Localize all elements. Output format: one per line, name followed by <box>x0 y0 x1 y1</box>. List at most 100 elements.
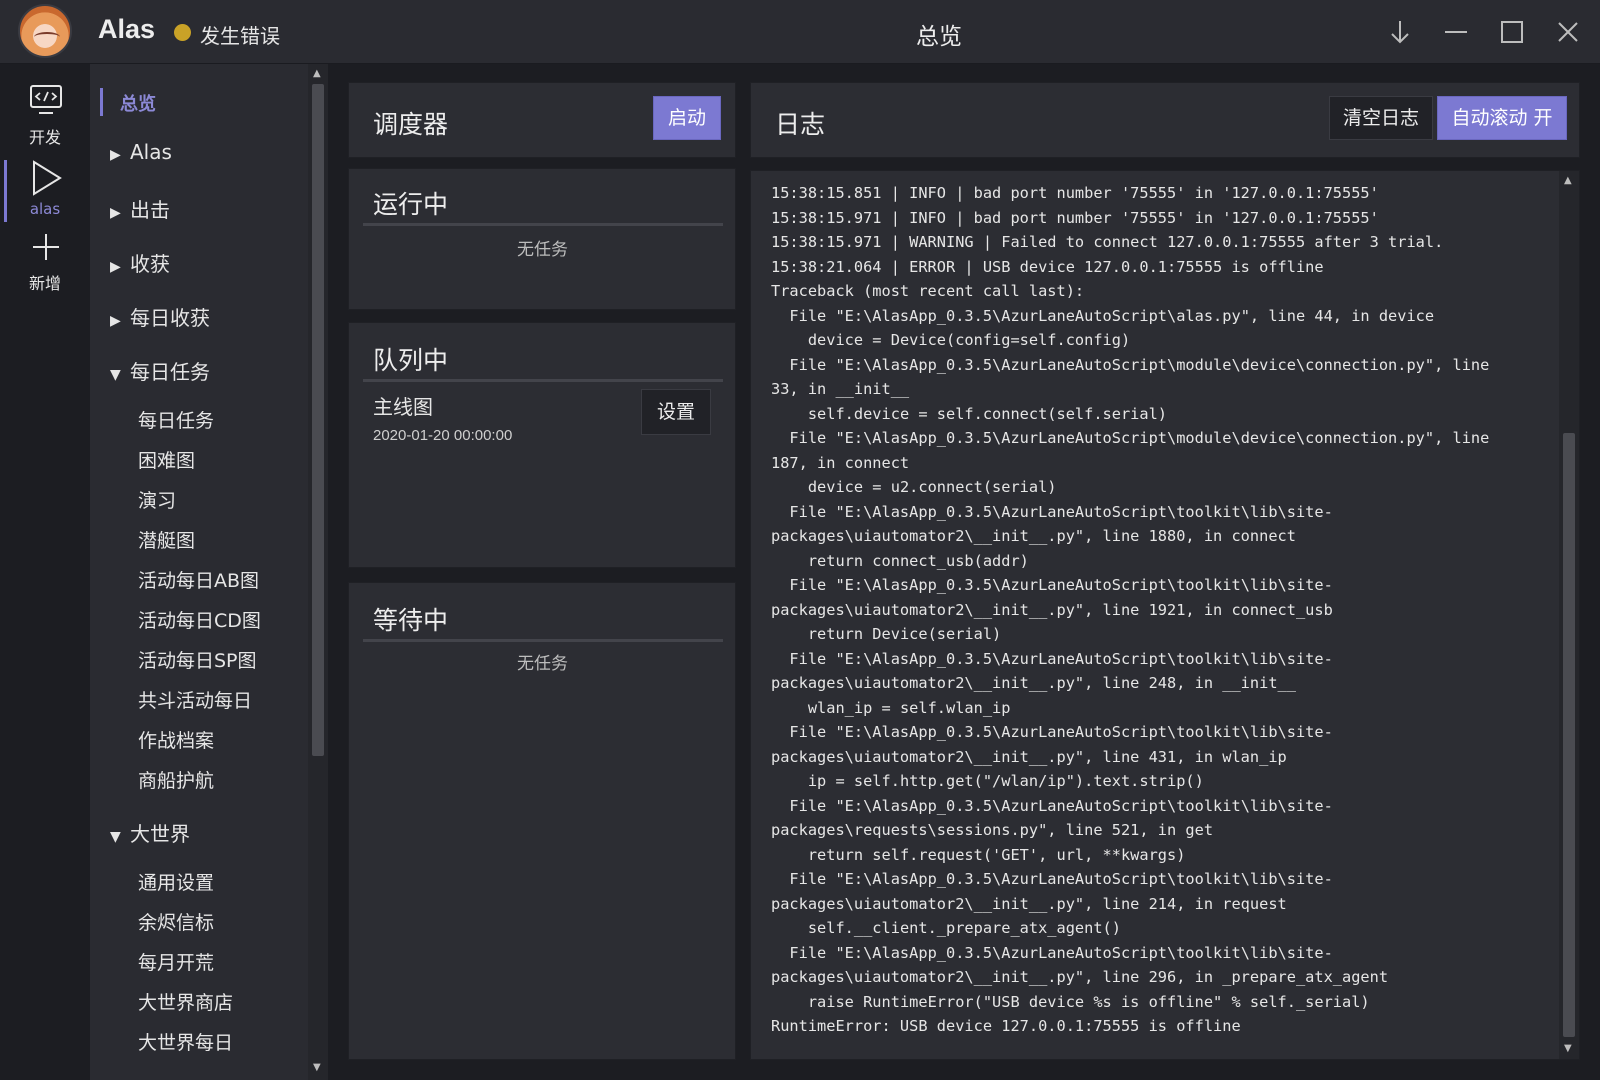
menu-item-label: Alas <box>130 140 172 164</box>
menu-item-label: 总览 <box>120 94 156 115</box>
menu-subitem[interactable]: 活动每日SP图 <box>138 646 308 673</box>
log-line: 15:38:21.064 | ERROR | USB device 127.0.… <box>771 257 1324 276</box>
log-title: 日志 <box>775 110 826 139</box>
log-line: packages\uiautomator2\__init__.py", line… <box>771 894 1287 913</box>
title-bar: Alas 发生错误 总览 <box>0 0 1600 64</box>
menu-subitem[interactable]: 大世界每日 <box>138 1028 308 1055</box>
menu-subitem[interactable]: 通用设置 <box>138 868 308 895</box>
log-text: 15:38:15.851 | INFO | bad port number '7… <box>771 181 1541 1039</box>
menu-subitem[interactable]: 商船护航 <box>138 766 308 793</box>
queue-card: 队列中 主线图 2020-01-20 00:00:00 设置 <box>348 322 736 568</box>
menu-item-sortie[interactable]: ▶ 出击 <box>110 194 308 223</box>
log-line: device = u2.connect(serial) <box>771 478 1057 496</box>
menu-item-daily-tasks[interactable]: ▼ 每日任务 <box>110 356 308 385</box>
divider <box>363 639 723 642</box>
menu-scrollbar-thumb[interactable] <box>312 84 324 756</box>
log-line: packages\uiautomator2\__init__.py", line… <box>771 968 1389 986</box>
log-line: 15:38:15.971 | INFO | bad port number '7… <box>771 208 1379 227</box>
app-avatar <box>18 4 72 58</box>
status-indicator-icon <box>174 24 191 41</box>
code-monitor-icon <box>30 85 62 114</box>
log-line: self.device = self.connect(self.serial) <box>771 404 1168 423</box>
scheduler-title: 调度器 <box>373 110 449 139</box>
log-line: File "E:\AlasApp_0.3.5\AzurLaneAutoScrip… <box>771 576 1333 594</box>
iconbar-label-add: 新增 <box>28 274 61 293</box>
menu-item-label: 收获 <box>130 252 170 276</box>
menu-subitem[interactable]: 活动每日AB图 <box>138 566 308 593</box>
menu-subitem[interactable]: 每日任务 <box>138 406 308 433</box>
log-line: 15:38:15.851 | INFO | bad port number '7… <box>771 184 1379 202</box>
menu-subitem[interactable]: 困难图 <box>138 446 308 473</box>
menu-subitem[interactable]: 演习 <box>138 486 308 513</box>
running-card: 运行中 无任务 <box>348 168 736 310</box>
log-line: return Device(serial) <box>771 625 1002 643</box>
menu-item-alas[interactable]: ▶ Alas <box>110 140 308 164</box>
caret-right-icon: ▶ <box>110 205 121 221</box>
icon-sidebar: 开发 alas 新增 <box>0 64 90 1080</box>
play-icon <box>33 160 62 196</box>
log-output[interactable]: 15:38:15.851 | INFO | bad port number '7… <box>750 170 1580 1060</box>
iconbar-item-alas[interactable]: alas <box>0 156 90 228</box>
autoscroll-toggle-button[interactable]: 自动滚动 开 <box>1437 96 1567 140</box>
log-scrollbar[interactable]: ▲ ▼ <box>1559 171 1579 1059</box>
menu-subitem[interactable]: 大世界商店 <box>138 988 308 1015</box>
divider <box>363 223 723 226</box>
download-icon[interactable] <box>1382 14 1418 50</box>
log-line: File "E:\AlasApp_0.3.5\AzurLaneAutoScrip… <box>771 723 1333 741</box>
menu-item-harvest[interactable]: ▶ 收获 <box>110 248 308 277</box>
navigation-menu: 总览 ▶ Alas ▶ 出击 ▶ 收获 ▶ 每日收获 ▼ 每日任务 每日任务 困难图 演习… <box>90 64 308 1080</box>
menu-item-label: 大世界 <box>130 822 190 846</box>
task-settings-button[interactable]: 设置 <box>641 389 711 435</box>
start-button[interactable]: 启动 <box>653 96 721 140</box>
menu-scrollbar[interactable]: ▲ ▼ <box>308 64 328 1080</box>
menu-item-world[interactable]: ▼ 大世界 <box>110 818 308 847</box>
plus-icon <box>33 234 59 260</box>
clear-log-button[interactable]: 清空日志 <box>1329 96 1433 140</box>
log-line: File "E:\AlasApp_0.3.5\AzurLaneAutoScrip… <box>771 306 1435 325</box>
menu-subitem[interactable]: 活动每日CD图 <box>138 606 308 633</box>
log-line: 15:38:15.971 | WARNING | Failed to conne… <box>771 233 1444 251</box>
scroll-down-icon[interactable]: ▼ <box>1564 1043 1572 1054</box>
waiting-card: 等待中 无任务 <box>348 582 736 1060</box>
scheduler-card: 调度器 启动 <box>348 82 736 158</box>
caret-down-icon: ▼ <box>110 367 121 383</box>
menu-subitem[interactable]: 共斗活动每日 <box>138 686 308 713</box>
minimize-icon[interactable] <box>1438 14 1474 50</box>
menu-subitem[interactable]: 余烬信标 <box>138 908 308 935</box>
log-line: File "E:\AlasApp_0.3.5\AzurLaneAutoScrip… <box>771 429 1490 447</box>
maximize-icon[interactable] <box>1494 14 1530 50</box>
menu-item-overview[interactable]: 总览 <box>120 90 308 116</box>
queue-task-time: 2020-01-20 00:00:00 <box>373 427 513 444</box>
menu-subitem[interactable]: 每月开荒 <box>138 948 308 975</box>
close-icon[interactable] <box>1550 14 1586 50</box>
log-line: self.__client._prepare_atx_agent() <box>771 919 1121 937</box>
log-line: raise RuntimeError("USB device %s is off… <box>771 992 1370 1011</box>
scroll-up-icon[interactable]: ▲ <box>1564 175 1572 186</box>
log-line: packages\uiautomator2\__init__.py", line… <box>771 600 1333 619</box>
menu-subitem[interactable]: 作战档案 <box>138 726 308 753</box>
log-line: File "E:\AlasApp_0.3.5\AzurLaneAutoScrip… <box>771 943 1333 962</box>
log-line: File "E:\AlasApp_0.3.5\AzurLaneAutoScrip… <box>771 502 1333 521</box>
menu-item-label: 每日收获 <box>130 306 210 330</box>
waiting-title: 等待中 <box>373 606 449 635</box>
log-scrollbar-thumb[interactable] <box>1563 433 1575 1037</box>
scroll-down-icon[interactable]: ▼ <box>313 1062 321 1073</box>
log-line: ip = self.http.get("/wlan/ip").text.stri… <box>771 772 1204 790</box>
log-line: 33, in __init__ <box>771 380 910 398</box>
log-line: File "E:\AlasApp_0.3.5\AzurLaneAutoScrip… <box>771 870 1333 888</box>
log-line: Traceback (most recent call last): <box>771 282 1085 300</box>
iconbar-item-develop[interactable]: 开发 <box>0 84 90 156</box>
iconbar-label-alas: alas <box>29 200 61 218</box>
caret-right-icon: ▶ <box>110 313 121 329</box>
page-title: 总览 <box>916 24 962 50</box>
log-line: File "E:\AlasApp_0.3.5\AzurLaneAutoScrip… <box>771 796 1333 815</box>
log-line: File "E:\AlasApp_0.3.5\AzurLaneAutoScrip… <box>771 355 1490 374</box>
menu-subitem[interactable]: 潜艇图 <box>138 526 308 553</box>
menu-item-daily-harvest[interactable]: ▶ 每日收获 <box>110 302 308 331</box>
iconbar-item-add[interactable]: 新增 <box>0 232 90 304</box>
waiting-empty-text: 无任务 <box>517 654 568 674</box>
log-line: 187, in connect <box>771 453 910 472</box>
running-empty-text: 无任务 <box>517 240 568 260</box>
scroll-up-icon[interactable]: ▲ <box>313 68 321 79</box>
caret-down-icon: ▼ <box>110 829 121 845</box>
